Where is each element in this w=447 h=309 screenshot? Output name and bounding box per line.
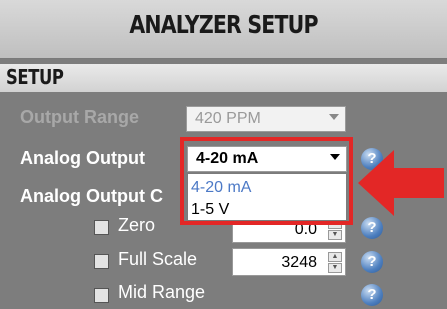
highlight-box [180, 137, 353, 225]
zero-checkbox[interactable] [94, 220, 109, 235]
section-header: SETUP [0, 64, 447, 92]
analog-output-label: Analog Output [20, 148, 145, 168]
page-title: ANALYZER SETUP [129, 10, 318, 39]
zero-label: Zero [118, 215, 156, 235]
full-scale-label: Full Scale [118, 249, 198, 269]
output-range-value: 420 PPM [195, 110, 261, 127]
help-icon[interactable]: ? [361, 251, 383, 273]
help-icon[interactable]: ? [361, 217, 383, 239]
spin-down-icon[interactable]: ▼ [328, 263, 342, 273]
full-scale-spinner[interactable]: 3248 ▲ ▼ [232, 248, 346, 276]
help-icon[interactable]: ? [361, 284, 383, 306]
full-scale-checkbox[interactable] [94, 254, 109, 269]
mid-range-checkbox[interactable] [94, 288, 109, 303]
mid-range-label: Mid Range [118, 282, 206, 302]
title-bar: ANALYZER SETUP [0, 0, 447, 59]
red-arrow-icon [358, 150, 444, 216]
spin-up-icon[interactable]: ▲ [328, 252, 342, 262]
section-title: SETUP [6, 65, 64, 89]
output-range-select: 420 PPM [186, 106, 346, 132]
chevron-down-icon [329, 114, 339, 120]
full-scale-value: 3248 [281, 254, 317, 271]
analog-output-c-label: Analog Output C [20, 186, 163, 206]
output-range-label: Output Range [20, 107, 139, 127]
spin-down-icon[interactable]: ▼ [328, 230, 342, 240]
